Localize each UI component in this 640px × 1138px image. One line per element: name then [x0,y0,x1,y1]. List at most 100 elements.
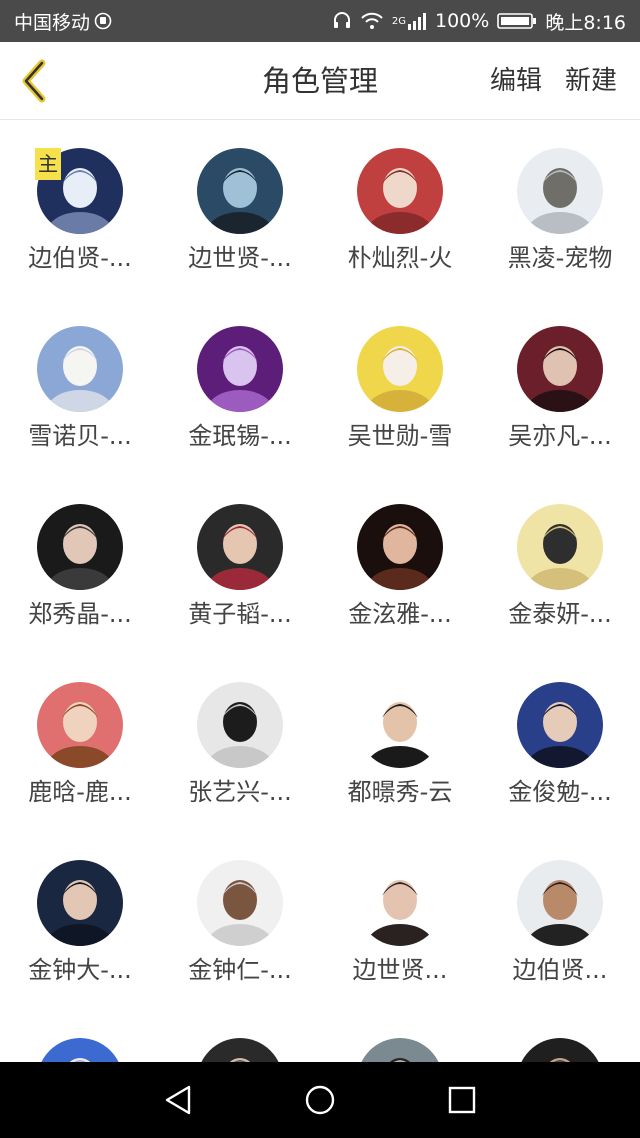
back-triangle-icon [165,1085,191,1115]
carrier-label: 中国移动 [14,11,91,34]
avatar-portrait [517,860,603,946]
role-avatar[interactable] [197,326,283,412]
signal-icon: 2G [392,12,427,30]
role-avatar[interactable] [357,682,443,768]
role-avatar[interactable] [37,682,123,768]
avatar-portrait [357,504,443,590]
role-card[interactable]: 雪诺贝-... [0,298,160,476]
notification-icon [94,12,112,30]
role-card[interactable]: 金俊勉-... [480,654,640,832]
role-name: 都暻秀-云 [347,778,453,806]
avatar-portrait [517,326,603,412]
chevron-left-icon [22,59,46,103]
role-avatar[interactable] [197,860,283,946]
role-card[interactable]: 都暻秀-云 [320,654,480,832]
avatar-portrait [37,860,123,946]
role-avatar[interactable] [517,1038,603,1062]
home-circle-icon [305,1085,335,1115]
network-type-label: 2G [391,15,406,27]
role-card[interactable]: 黄子韬-... [160,476,320,654]
avatar-portrait [197,326,283,412]
back-button[interactable] [12,58,56,104]
avatar-portrait [517,504,603,590]
role-avatar[interactable] [357,860,443,946]
status-right: 2G 100% 晚上8:16 [332,8,626,35]
role-card[interactable]: 边伯贤... [480,832,640,1010]
role-card[interactable]: 朴灿烈-火 [320,120,480,298]
role-card[interactable]: 金泫雅-... [320,476,480,654]
avatar-portrait [197,682,283,768]
role-name: 吴世勋-雪 [347,422,453,450]
role-name: 张艺兴-... [188,778,292,806]
system-nav-bar [0,1062,640,1138]
role-name: 金珉锡-... [188,422,292,450]
role-avatar[interactable] [197,148,283,234]
role-card[interactable] [480,1010,640,1062]
role-card[interactable]: 边世贤-... [160,120,320,298]
role-name: 金俊勉-... [508,778,612,806]
role-name: 金泰妍-... [508,600,612,628]
edit-button[interactable]: 编辑 [490,42,542,120]
role-name: 雪诺贝-... [28,422,132,450]
role-avatar[interactable] [197,504,283,590]
role-card[interactable] [320,1010,480,1062]
role-card[interactable]: 吴世勋-雪 [320,298,480,476]
role-card[interactable]: 边世贤... [320,832,480,1010]
avatar-portrait [357,682,443,768]
role-avatar[interactable] [517,148,603,234]
role-card[interactable]: 金珉锡-... [160,298,320,476]
role-card[interactable]: 金钟仁-... [160,832,320,1010]
role-avatar[interactable] [517,860,603,946]
role-name: 边伯贤-... [28,244,132,272]
avatar-portrait [357,860,443,946]
role-card[interactable]: 金钟大-... [0,832,160,1010]
role-avatar[interactable] [357,148,443,234]
role-avatar[interactable] [197,1038,283,1062]
role-avatar[interactable] [357,326,443,412]
avatar-portrait [197,504,283,590]
role-avatar[interactable] [517,326,603,412]
role-name: 金泫雅-... [348,600,452,628]
role-name: 鹿晗-鹿... [28,778,132,806]
role-card[interactable]: 吴亦凡-... [480,298,640,476]
role-name: 边伯贤... [512,956,608,984]
role-name: 金钟大-... [28,956,132,984]
role-card[interactable]: 郑秀晶-... [0,476,160,654]
role-grid: 主边伯贤-... 边世贤-... 朴灿烈-火 黑凌-宠物雪诺贝-... 金珉锡-... 吴… [0,120,640,1062]
role-avatar[interactable] [37,1038,123,1062]
avatar-portrait [37,1038,123,1062]
nav-recents-button[interactable] [442,1080,482,1120]
role-card[interactable] [160,1010,320,1062]
role-card[interactable] [0,1010,160,1062]
battery-icon [497,12,537,30]
role-card[interactable]: 黑凌-宠物 [480,120,640,298]
headset-icon [332,11,352,31]
role-name: 黑凌-宠物 [507,244,613,272]
role-avatar[interactable] [37,504,123,590]
avatar-portrait [197,860,283,946]
role-avatar[interactable] [357,1038,443,1062]
role-name: 边世贤-... [188,244,292,272]
role-avatar[interactable] [517,682,603,768]
battery-percent: 100% [435,10,490,32]
role-name: 吴亦凡-... [508,422,612,450]
role-card[interactable]: 主边伯贤-... [0,120,160,298]
avatar-portrait [517,148,603,234]
role-avatar[interactable] [37,326,123,412]
status-bar: 中国移动 2G 100% 晚上8:16 [0,0,640,42]
role-card[interactable]: 金泰妍-... [480,476,640,654]
nav-home-button[interactable] [300,1080,340,1120]
role-card[interactable]: 鹿晗-鹿... [0,654,160,832]
nav-back-button[interactable] [158,1080,198,1120]
role-avatar[interactable] [517,504,603,590]
role-avatar[interactable] [197,682,283,768]
app-header: 角色管理 编辑 新建 [0,42,640,120]
new-button[interactable]: 新建 [565,42,617,120]
role-card[interactable]: 张艺兴-... [160,654,320,832]
role-name: 边世贤... [352,956,448,984]
avatar-portrait [517,682,603,768]
status-left: 中国移动 [14,8,112,35]
main-role-badge: 主 [35,148,61,180]
role-avatar[interactable] [357,504,443,590]
role-avatar[interactable] [37,860,123,946]
